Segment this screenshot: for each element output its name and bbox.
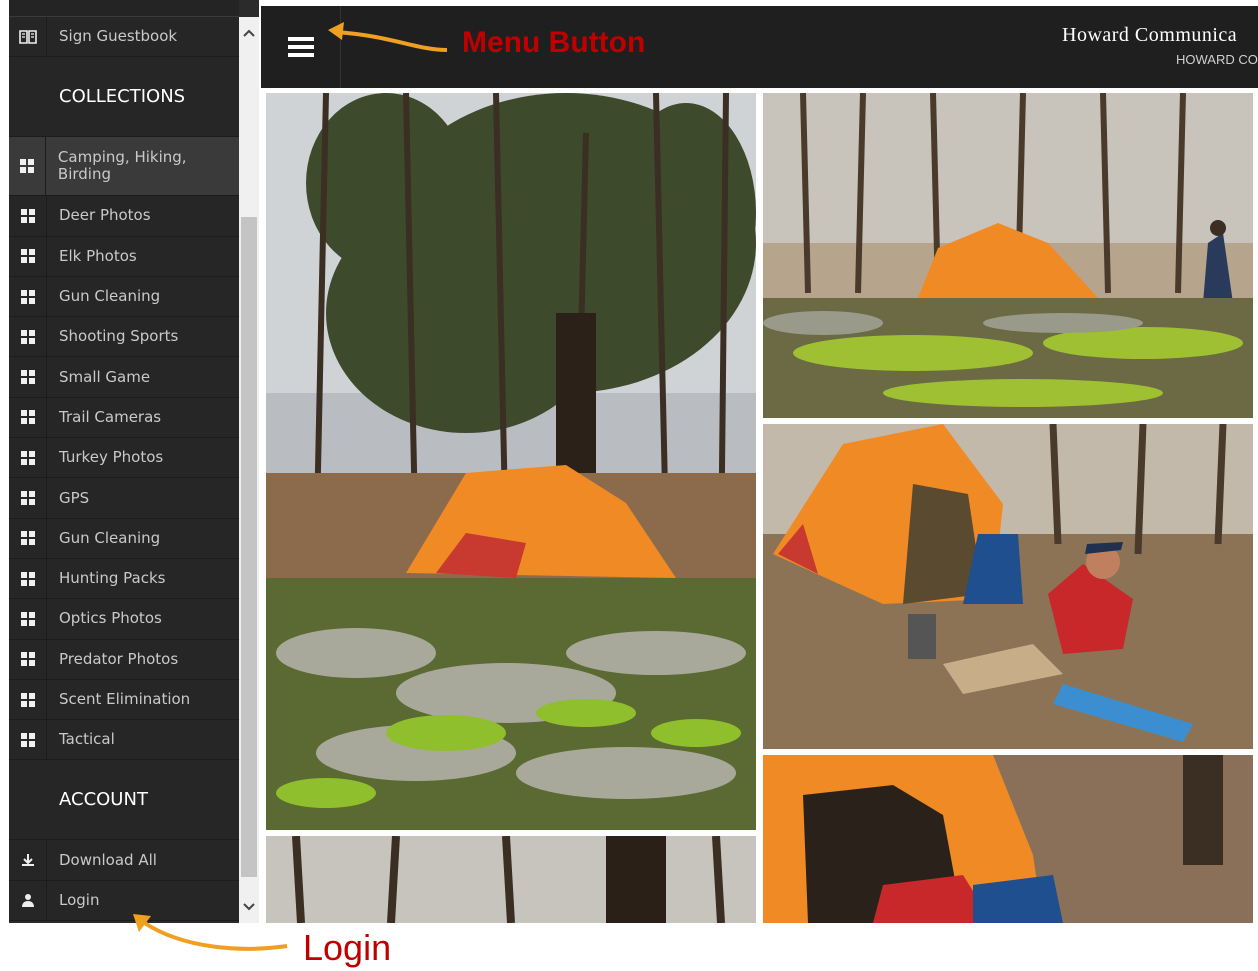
scroll-thumb[interactable]	[241, 217, 257, 877]
sidebar-item-label: GPS	[59, 488, 90, 507]
grid-icon	[9, 357, 47, 397]
sidebar-item-label: Elk Photos	[59, 246, 137, 265]
site-title[interactable]: Howard Communica	[1062, 24, 1237, 47]
sidebar-item-label: Predator Photos	[59, 649, 179, 668]
sidebar-item-deer[interactable]: Deer Photos	[9, 196, 239, 237]
sidebar-item-scent[interactable]: Scent Elimination	[9, 679, 239, 721]
site-subtitle: HOWARD CO	[1176, 52, 1258, 67]
user-icon	[9, 880, 47, 921]
sidebar-item-label: Download All	[59, 850, 157, 869]
grid-icon	[9, 679, 47, 720]
sidebar-item-camping[interactable]: Camping, Hiking, Birding	[9, 137, 239, 197]
grid-icon	[9, 438, 47, 478]
sidebar-item-label: Sign Guestbook	[59, 27, 178, 46]
grid-icon	[9, 599, 47, 639]
grid-icon	[9, 397, 47, 438]
book-icon	[9, 17, 47, 57]
sidebar-item-gun-cleaning-2[interactable]: Gun Cleaning	[9, 518, 239, 559]
sidebar-scrollbar[interactable]	[239, 17, 259, 923]
sidebar-item-label: Gun Cleaning	[59, 287, 161, 306]
photo-tent-doorway[interactable]	[763, 755, 1253, 923]
sidebar-top-strip	[9, 0, 239, 17]
menu-annotation-label: Menu Button	[462, 26, 646, 59]
sidebar-item-label: Gun Cleaning	[59, 528, 161, 547]
grid-icon	[9, 196, 47, 236]
photo-tent-wide[interactable]	[763, 93, 1253, 418]
login-annotation-label: Login	[303, 927, 392, 968]
sidebar-item-label: Optics Photos	[59, 609, 162, 628]
sidebar-item-shooting-sports[interactable]: Shooting Sports	[9, 317, 239, 358]
grid-icon	[9, 518, 47, 558]
sidebar-item-optics[interactable]: Optics Photos	[9, 599, 239, 640]
sidebar-item-gun-cleaning[interactable]: Gun Cleaning	[9, 276, 239, 318]
photo-hiker-tent[interactable]	[763, 424, 1253, 749]
sidebar-item-hunting-packs[interactable]: Hunting Packs	[9, 558, 239, 600]
sidebar-item-gps[interactable]: GPS	[9, 478, 239, 519]
sidebar-item-label: Shooting Sports	[59, 327, 179, 346]
sidebar-item-trail-cameras[interactable]: Trail Cameras	[9, 397, 239, 439]
hamburger-icon	[287, 33, 314, 61]
grid-icon	[9, 478, 47, 518]
sidebar-list: Sign Guestbook COLLECTIONS Camping, Hiki…	[9, 17, 239, 922]
photo-tent-forest[interactable]	[266, 93, 756, 830]
sidebar-item-turkey[interactable]: Turkey Photos	[9, 438, 239, 479]
account-heading: ACCOUNT	[9, 760, 239, 841]
page: Sign Guestbook COLLECTIONS Camping, Hiki…	[0, 0, 1258, 971]
sidebar-item-small-game[interactable]: Small Game	[9, 357, 239, 398]
sidebar-item-label: Deer Photos	[59, 206, 151, 225]
collections-heading: COLLECTIONS	[9, 57, 239, 138]
grid-icon	[9, 137, 46, 196]
download-icon	[9, 840, 47, 880]
sidebar-item-label: Login	[59, 890, 100, 909]
grid-icon	[9, 720, 47, 760]
sidebar: Sign Guestbook COLLECTIONS Camping, Hiki…	[9, 0, 259, 923]
sidebar-item-label: Camping, Hiking, Birding	[57, 148, 187, 184]
sidebar-item-label: Small Game	[59, 367, 151, 386]
login-annotation-arrow	[133, 914, 288, 951]
sidebar-item-label: Scent Elimination	[59, 690, 191, 708]
grid-icon	[9, 639, 47, 679]
photo-forest-bottom[interactable]	[266, 836, 756, 923]
menu-annotation-arrow	[328, 22, 448, 52]
grid-icon	[9, 236, 47, 276]
sidebar-item-label: Hunting Packs	[59, 569, 166, 588]
sidebar-item-label: Turkey Photos	[59, 448, 164, 467]
sidebar-item-download-all[interactable]: Download All	[9, 840, 239, 881]
sidebar-item-predator[interactable]: Predator Photos	[9, 639, 239, 680]
sidebar-item-guestbook[interactable]: Sign Guestbook	[9, 17, 239, 58]
grid-icon	[9, 558, 47, 599]
sidebar-item-label: Tactical	[59, 730, 115, 749]
sidebar-item-label: Trail Cameras	[59, 407, 162, 426]
sidebar-item-elk[interactable]: Elk Photos	[9, 236, 239, 277]
grid-icon	[9, 317, 47, 357]
sidebar-item-tactical[interactable]: Tactical	[9, 720, 239, 761]
scroll-up-icon[interactable]	[239, 17, 259, 49]
grid-icon	[9, 276, 47, 317]
